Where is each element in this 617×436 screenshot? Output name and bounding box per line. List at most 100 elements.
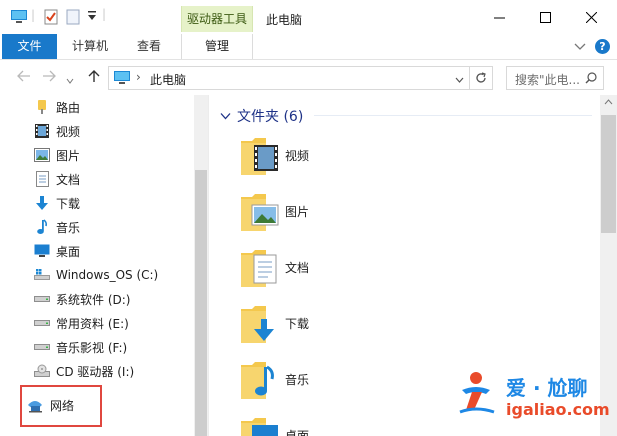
music-folder-icon xyxy=(241,362,274,399)
nav-item-label: 文档 xyxy=(56,172,81,187)
nav-item-desktop[interactable]: 桌面 xyxy=(34,240,80,262)
highlight-box xyxy=(20,385,102,427)
nav-item-label: 图片 xyxy=(56,148,81,163)
nav-item-drive-d[interactable]: 系统软件 (D:) xyxy=(34,288,130,310)
folder-label: 音乐 xyxy=(285,373,310,387)
nav-item-documents[interactable]: 文档 xyxy=(34,168,80,190)
drive-icon xyxy=(34,315,50,331)
folder-music[interactable]: 音乐 xyxy=(240,357,440,403)
breadcrumb-separator[interactable]: › xyxy=(136,70,141,84)
nav-item-pinned-folder[interactable]: 路由 xyxy=(34,96,80,118)
ribbon-expand-button[interactable] xyxy=(574,40,586,54)
cd-drive-icon xyxy=(34,363,50,379)
group-header-label: 文件夹 (6) xyxy=(237,109,304,125)
minimize-button[interactable] xyxy=(476,0,522,34)
nav-item-label: 视频 xyxy=(56,124,81,139)
folder-label: 图片 xyxy=(285,205,310,219)
desktop-folder-icon xyxy=(241,418,278,436)
pin-folder-icon xyxy=(34,99,50,115)
drive-tools-context-header: 驱动器工具 xyxy=(181,6,253,32)
this-pc-icon xyxy=(113,70,131,88)
drive-icon xyxy=(34,339,50,355)
folder-label: 下载 xyxy=(285,317,310,331)
address-bar[interactable]: › 此电脑 xyxy=(108,66,470,90)
refresh-button[interactable] xyxy=(470,66,493,90)
watermark-url: igaliao.com xyxy=(506,400,610,419)
nav-item-downloads[interactable]: 下载 xyxy=(34,192,80,214)
nav-scrollbar-thumb[interactable] xyxy=(195,170,207,436)
nav-item-label: CD 驱动器 (I:) xyxy=(56,364,135,379)
minimize-icon xyxy=(493,17,505,18)
separator-icon: | xyxy=(31,8,36,22)
folder-videos[interactable]: 视频 xyxy=(240,133,440,179)
chevron-down-icon xyxy=(574,43,586,50)
watermark: 爱 · 尬聊 igaliao.com xyxy=(456,368,616,428)
video-icon xyxy=(34,123,50,139)
watermark-title: 爱 · 尬聊 xyxy=(506,376,588,400)
nav-item-cd-drive[interactable]: CD 驱动器 (I:) xyxy=(34,360,134,382)
pictures-icon xyxy=(34,147,50,163)
close-button[interactable] xyxy=(568,0,614,34)
nav-item-drive-e[interactable]: 常用资料 (E:) xyxy=(34,312,129,334)
content-scrollbar-thumb[interactable] xyxy=(601,115,616,233)
desktop-icon xyxy=(34,243,50,259)
back-button[interactable] xyxy=(17,70,31,85)
tab-view[interactable]: 查看 xyxy=(137,34,161,59)
nav-item-label: Windows_OS (C:) xyxy=(56,268,159,282)
nav-item-label: 音乐 xyxy=(56,220,81,235)
tab-computer[interactable]: 计算机 xyxy=(72,34,108,59)
new-folder-icon[interactable] xyxy=(66,9,80,28)
windows-drive-icon xyxy=(34,267,50,283)
nav-item-label: 桌面 xyxy=(56,244,81,259)
nav-item-label: 系统软件 (D:) xyxy=(56,292,131,307)
chevron-down-icon xyxy=(220,113,231,120)
tab-manage[interactable]: 管理 xyxy=(181,34,253,59)
chevron-down-icon xyxy=(455,77,464,83)
tab-file[interactable]: 文件 xyxy=(2,34,57,59)
refresh-icon xyxy=(476,72,486,83)
pictures-folder-icon xyxy=(241,194,279,231)
documents-folder-icon xyxy=(241,250,277,287)
window-title: 此电脑 xyxy=(266,13,303,27)
search-icon[interactable] xyxy=(585,72,597,84)
pane-divider[interactable] xyxy=(208,95,209,436)
folders-group-header[interactable]: 文件夹 (6) xyxy=(220,106,303,126)
maximize-button[interactable] xyxy=(522,0,568,34)
folder-downloads[interactable]: 下载 xyxy=(240,301,440,347)
up-button[interactable] xyxy=(88,69,100,86)
search-input[interactable]: 搜索"此电... xyxy=(506,66,604,90)
folder-label: 桌面 xyxy=(285,429,310,436)
help-button[interactable]: ? xyxy=(595,39,610,54)
breadcrumb-location[interactable]: 此电脑 xyxy=(150,71,186,88)
back-arrow-icon xyxy=(17,70,30,82)
forward-button[interactable] xyxy=(42,70,56,85)
group-divider-line xyxy=(314,115,592,116)
scroll-up-icon[interactable] xyxy=(604,99,613,105)
properties-icon[interactable] xyxy=(44,9,58,28)
music-icon xyxy=(34,219,50,235)
this-pc-icon[interactable] xyxy=(10,9,28,28)
address-dropdown-button[interactable] xyxy=(455,72,464,86)
recent-locations-button[interactable] xyxy=(66,73,74,87)
drive-icon xyxy=(34,291,50,307)
nav-item-label: 路由 xyxy=(56,100,81,115)
nav-item-label: 常用资料 (E:) xyxy=(56,316,129,331)
nav-item-drive-c[interactable]: Windows_OS (C:) xyxy=(34,264,158,286)
nav-item-music[interactable]: 音乐 xyxy=(34,216,80,238)
nav-item-pictures[interactable]: 图片 xyxy=(34,144,80,166)
nav-item-label: 下载 xyxy=(56,196,81,211)
nav-item-label: 音乐影视 (F:) xyxy=(56,340,128,355)
separator-icon: | xyxy=(102,7,107,21)
folder-pictures[interactable]: 图片 xyxy=(240,189,440,235)
folder-documents[interactable]: 文档 xyxy=(240,245,440,291)
folder-label: 文档 xyxy=(285,261,310,275)
downloads-folder-icon xyxy=(241,306,274,343)
nav-item-drive-f[interactable]: 音乐影视 (F:) xyxy=(34,336,127,358)
search-placeholder: 搜索"此电... xyxy=(515,73,580,87)
close-icon xyxy=(585,11,597,23)
maximize-icon xyxy=(539,11,551,23)
nav-item-videos[interactable]: 视频 xyxy=(34,120,80,142)
customize-toolbar-icon[interactable] xyxy=(88,10,96,24)
folder-desktop[interactable]: 桌面 xyxy=(240,413,440,436)
watermark-logo-icon xyxy=(459,372,495,414)
